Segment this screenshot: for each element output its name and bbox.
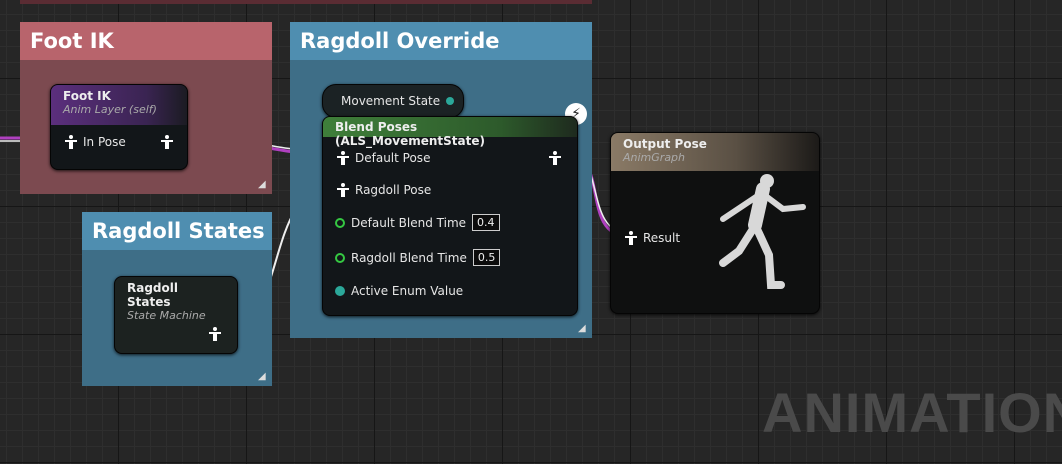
pin-active-enum[interactable]: Active Enum Value: [335, 284, 463, 298]
node-subtitle: State Machine: [127, 309, 206, 322]
pin-default-pose[interactable]: Default Pose: [337, 151, 430, 165]
node-title: Foot IK: [63, 89, 111, 103]
pin-out-pose[interactable]: [161, 135, 173, 149]
pose-pin-icon: [625, 231, 637, 245]
pin-label: Active Enum Value: [351, 284, 464, 298]
node-header: Output Pose AnimGraph: [611, 133, 819, 171]
pose-pin-icon: [65, 135, 77, 149]
pose-pin-icon: [161, 135, 173, 149]
pose-pin-icon: [337, 183, 349, 197]
pin-label: Default Blend Time: [351, 215, 467, 230]
node-header: Foot IK Anim Layer (self): [51, 85, 187, 125]
pose-pin-icon: [209, 327, 221, 341]
pin-label: Result: [643, 231, 681, 245]
pin-ragdoll-pose[interactable]: Ragdoll Pose: [337, 183, 431, 197]
pin-label: Ragdoll Pose: [355, 183, 432, 197]
pose-pin-icon: [337, 151, 349, 165]
comment-title: Foot IK: [20, 22, 272, 60]
comment-title: Ragdoll Override: [290, 22, 592, 60]
comment-title: Ragdoll States: [82, 212, 272, 250]
pin-out-pose[interactable]: [209, 327, 221, 341]
pin-label: Ragdoll Blend Time: [351, 250, 467, 265]
node-ragdoll-states[interactable]: Ragdoll States State Machine: [114, 276, 238, 354]
resize-handle-icon[interactable]: ◢: [578, 324, 588, 334]
node-title: Ragdoll States: [127, 281, 178, 309]
node-blend-poses[interactable]: Blend Poses (ALS_MovementState) Default …: [322, 116, 578, 316]
node-foot-ik[interactable]: Foot IK Anim Layer (self) In Pose: [50, 84, 188, 170]
pin-default-blend-time[interactable]: Default Blend Time 0.4: [335, 214, 500, 231]
node-title: Blend Poses (ALS_MovementState): [335, 120, 485, 148]
pin-movement-state[interactable]: Movement State: [341, 94, 455, 108]
float-pin-icon: [335, 217, 345, 228]
node-header: Blend Poses (ALS_MovementState): [323, 117, 577, 148]
node-title: Movement State: [341, 94, 441, 108]
running-mannequin-icon: [719, 174, 806, 289]
enum-pin-icon: [446, 97, 455, 105]
node-subtitle: Anim Layer (self): [63, 103, 157, 116]
float-pin-icon: [335, 252, 345, 263]
pin-ragdoll-blend-time[interactable]: Ragdoll Blend Time 0.5: [335, 249, 501, 266]
watermark: ANIMATION: [762, 381, 1062, 444]
pin-out-pose[interactable]: [549, 151, 561, 165]
node-title: Output Pose: [623, 137, 707, 151]
pin-label: In Pose: [83, 135, 126, 149]
ragdoll-blend-time-field[interactable]: 0.5: [472, 249, 501, 266]
pin-in-pose[interactable]: In Pose: [65, 135, 126, 149]
resize-handle-icon[interactable]: ◢: [258, 372, 268, 382]
pin-label: Default Pose: [355, 151, 431, 165]
node-output-pose[interactable]: Output Pose AnimGraph Result: [610, 132, 820, 314]
enum-pin-icon: [335, 286, 345, 296]
default-blend-time-field[interactable]: 0.4: [472, 214, 500, 231]
pose-pin-icon: [549, 151, 561, 165]
node-header: Ragdoll States State Machine: [115, 277, 237, 326]
resize-handle-icon[interactable]: ◢: [258, 180, 268, 190]
pin-result[interactable]: Result: [625, 231, 680, 245]
node-movement-state[interactable]: Movement State: [322, 84, 464, 118]
node-subtitle: AnimGraph: [623, 151, 686, 164]
